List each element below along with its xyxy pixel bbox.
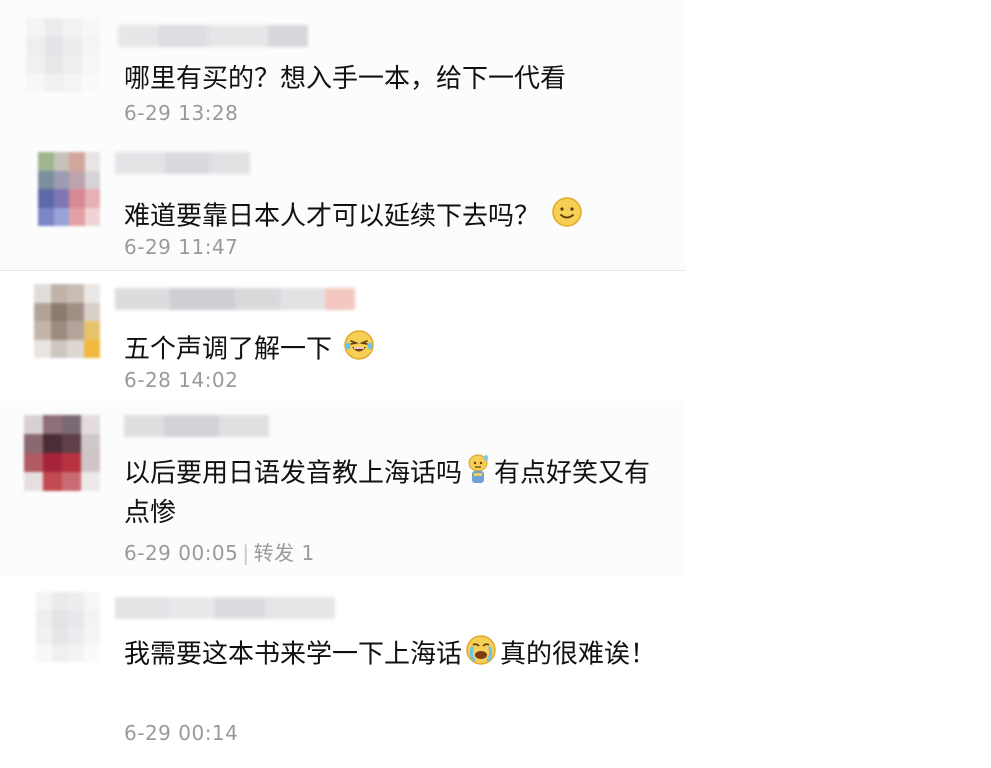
- comment-meta: 6-29 00:05 | 转发 1: [124, 537, 315, 566]
- username[interactable]: [115, 152, 250, 174]
- comment-text-before: 以后要用日语发音教上海话吗: [124, 458, 463, 489]
- crying-laughing-emoji: [465, 634, 497, 676]
- meta-separator: |: [242, 541, 250, 565]
- comment-text-content: 哪里有买的？想入手一本，给下一代看: [124, 64, 567, 94]
- comment-text-before: 我需要这本书来学一下上海话: [124, 639, 463, 670]
- comment-meta: 6-29 00:14: [124, 721, 238, 745]
- comment-text: 五个声调了解一下: [124, 329, 664, 371]
- comment-meta: 6-29 11:47: [124, 235, 238, 259]
- comment-list: 哪里有买的？想入手一本，给下一代看 6-29 13:28 难道要靠日本人才可以延…: [0, 0, 991, 768]
- comment-date: 6-29 13:28: [124, 101, 239, 125]
- avatar[interactable]: [34, 284, 100, 358]
- comment-date: 6-29 00:14: [124, 721, 239, 745]
- sweat-emoji: [465, 453, 491, 495]
- comment-item: 我需要这本书来学一下上海话 真的很难诶！ 6-29 00:14: [0, 576, 685, 768]
- comment-text: 以后要用日语发音教上海话吗 有点好笑又有点惨: [124, 453, 664, 531]
- laughing-tears-emoji: [343, 329, 375, 371]
- comment-item: 以后要用日语发音教上海话吗 有点好笑又有点惨 6-29 00:05 | 转发 1: [0, 401, 685, 576]
- comment-text: 难道要靠日本人才可以延续下去吗？: [124, 196, 664, 238]
- username[interactable]: [115, 597, 335, 619]
- comment-date: 6-29 00:05: [124, 541, 239, 565]
- comment-date: 6-29 11:47: [124, 235, 239, 259]
- comment-meta: 6-29 13:28: [124, 101, 238, 125]
- comment-text: 我需要这本书来学一下上海话 真的很难诶！: [124, 634, 664, 676]
- comment-text-content: 难道要靠日本人才可以延续下去吗？: [124, 201, 541, 232]
- repost-link[interactable]: 转发 1: [254, 541, 315, 565]
- avatar[interactable]: [26, 18, 100, 92]
- smile-emoji: [551, 196, 583, 238]
- comment-text-content: 五个声调了解一下: [124, 334, 333, 365]
- username[interactable]: [118, 25, 308, 47]
- comment-meta: 6-28 14:02: [124, 368, 238, 392]
- comment-text: 哪里有买的？想入手一本，给下一代看: [124, 61, 664, 97]
- comment-item: 五个声调了解一下 6-28 14:02: [0, 271, 685, 401]
- comment-item: 哪里有买的？想入手一本，给下一代看 6-29 13:28: [0, 0, 685, 140]
- comment-text-after: 真的很难诶！: [500, 639, 657, 670]
- comment-date: 6-28 14:02: [124, 368, 239, 392]
- avatar[interactable]: [24, 415, 100, 491]
- username[interactable]: [124, 415, 269, 437]
- comment-item: 难道要靠日本人才可以延续下去吗？ 6-29 11:47: [0, 140, 685, 270]
- username[interactable]: [115, 288, 355, 310]
- avatar[interactable]: [38, 152, 100, 226]
- avatar[interactable]: [36, 592, 100, 662]
